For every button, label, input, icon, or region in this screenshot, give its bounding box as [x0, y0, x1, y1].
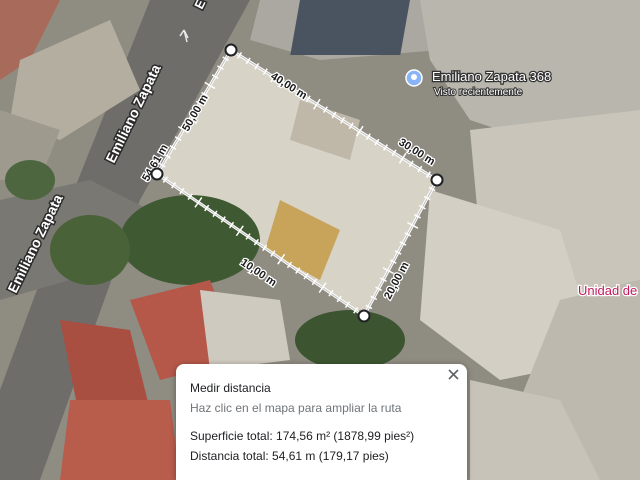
- total-area: Superficie total: 174,56 m² (1878,99 pie…: [190, 429, 415, 443]
- tree-canopy: [50, 215, 130, 285]
- edge-place-label[interactable]: Unidad de: [577, 282, 639, 300]
- total-distance: Distancia total: 54,61 m (179,17 pies): [190, 449, 389, 463]
- measurement-vertex[interactable]: [430, 173, 444, 187]
- tree-canopy: [5, 160, 55, 200]
- building-roof: [60, 400, 180, 480]
- tree-canopy: [295, 310, 405, 370]
- close-icon[interactable]: [446, 366, 462, 384]
- panel-hint: Haz clic en el mapa para ampliar la ruta: [190, 401, 402, 415]
- panel-title: Medir distancia: [190, 381, 271, 395]
- place-name[interactable]: Emiliano Zapata 368: [431, 68, 553, 86]
- building-roof: [200, 290, 290, 370]
- measurement-vertex[interactable]: [224, 43, 238, 57]
- measurement-vertex[interactable]: [357, 309, 371, 323]
- place-subtitle: Visto recientemente: [434, 87, 523, 98]
- measurement-vertex[interactable]: [150, 167, 164, 181]
- tree-canopy: [120, 195, 260, 285]
- place-pin-icon[interactable]: [405, 69, 423, 87]
- measure-distance-panel: Medir distancia Haz clic en el mapa para…: [176, 364, 467, 480]
- solar-panels: [290, 0, 410, 55]
